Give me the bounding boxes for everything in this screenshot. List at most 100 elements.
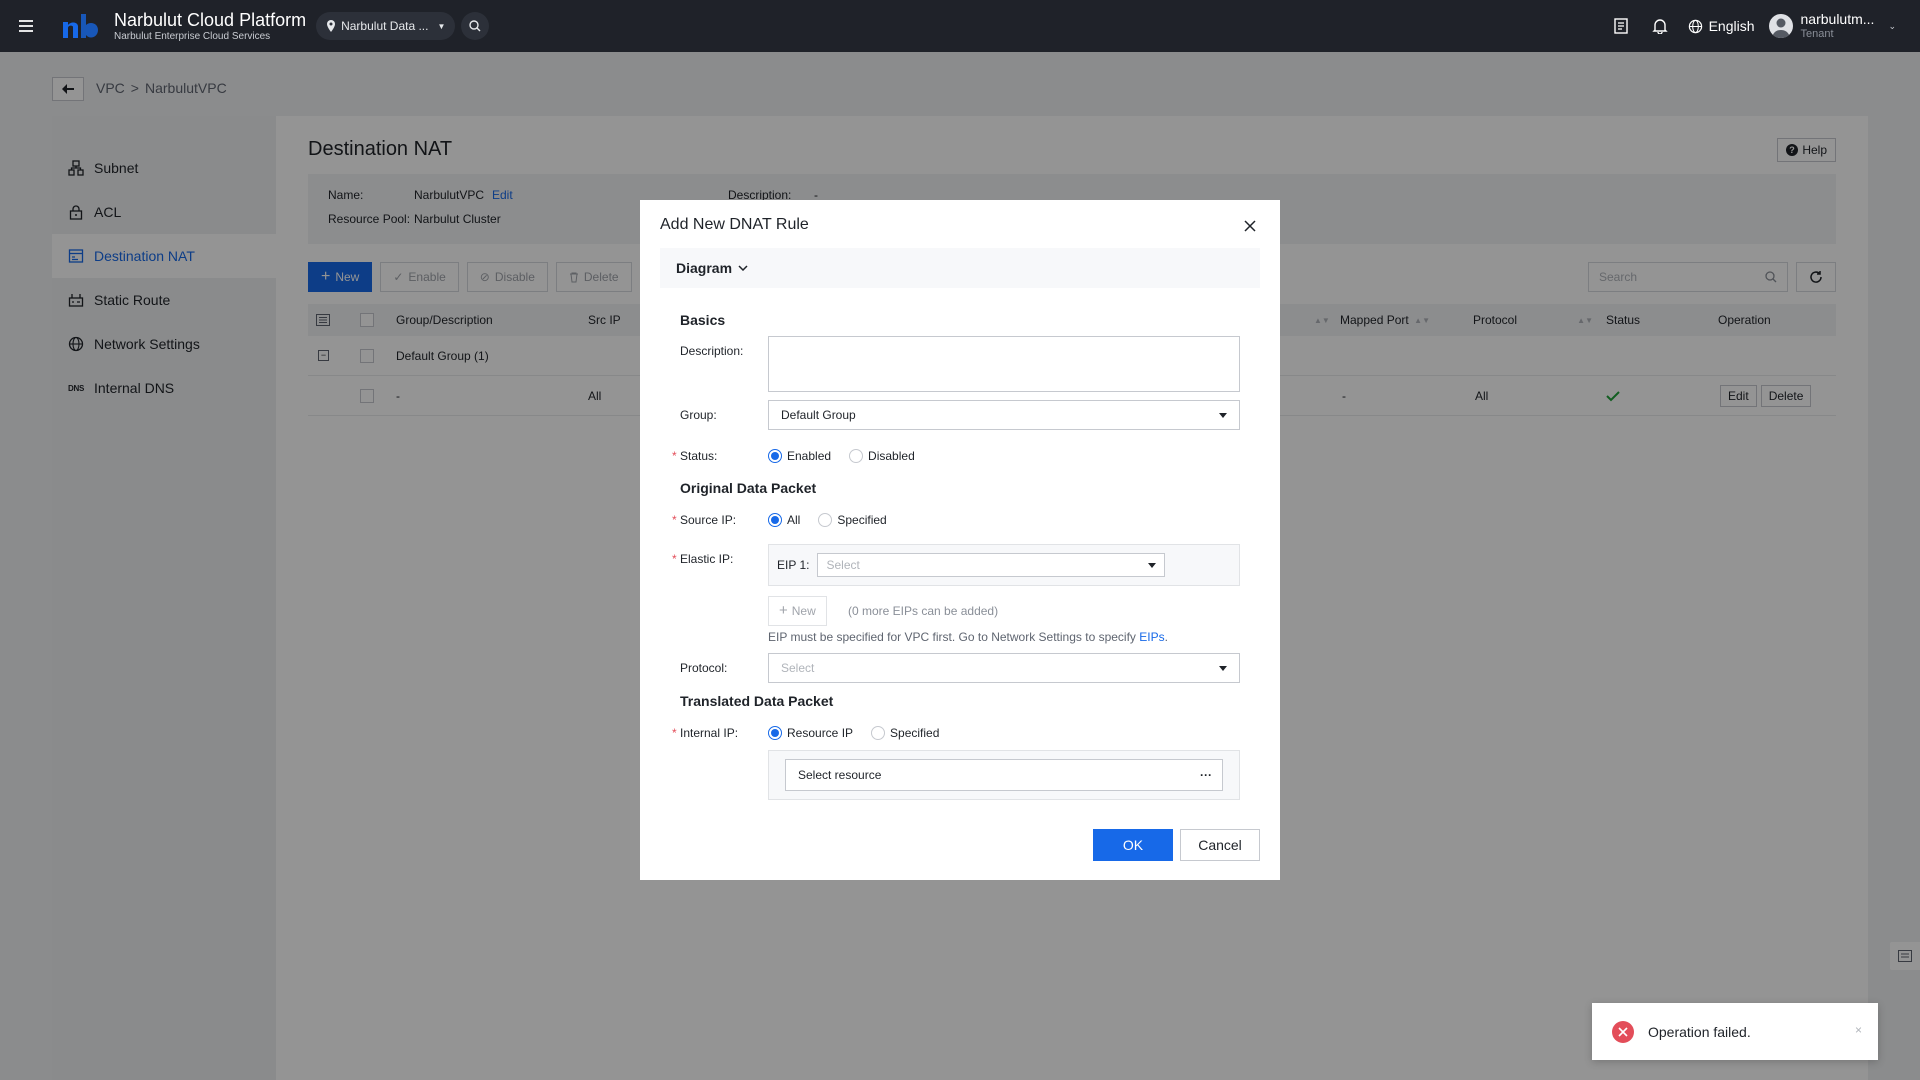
logo-icon — [63, 14, 98, 38]
error-icon — [1612, 1020, 1634, 1043]
add-eip-label: New — [791, 604, 816, 618]
region-label: Narbulut Data ... — [341, 19, 429, 33]
protocol-label: Protocol: — [680, 661, 728, 675]
document-icon — [1613, 18, 1628, 34]
search-icon — [469, 20, 481, 32]
menu-button[interactable] — [0, 0, 52, 52]
radio-label: Specified — [890, 726, 940, 740]
internal-ip-label: * Internal IP: — [672, 726, 739, 740]
select-resource-input[interactable]: Select resource ··· — [785, 759, 1223, 791]
cancel-button[interactable]: Cancel — [1180, 829, 1260, 861]
eips-link[interactable]: EIPs — [1139, 630, 1164, 644]
close-icon — [1244, 220, 1256, 232]
eip-list: EIP 1: Select — [768, 544, 1240, 586]
radio-label: Disabled — [868, 449, 915, 463]
dialog-title: Add New DNAT Rule — [660, 216, 809, 233]
eip1-select[interactable]: Select — [817, 553, 1166, 577]
global-search-button[interactable] — [461, 12, 490, 40]
region-selector[interactable]: Narbulut Data ... ▼ — [316, 12, 456, 40]
eip-hint-text: EIP must be specified for VPC first. Go … — [768, 630, 1136, 644]
user-name: narbulutm... — [1800, 11, 1875, 27]
location-pin-icon — [327, 20, 336, 32]
close-dialog-button[interactable] — [1242, 218, 1258, 234]
eip1-label: EIP 1: — [777, 558, 810, 572]
chevron-down-icon — [738, 265, 748, 271]
required-mark: * — [672, 552, 677, 566]
section-original-packet: Original Data Packet — [680, 480, 817, 496]
description-input[interactable] — [768, 336, 1240, 392]
radio-dot — [768, 449, 782, 463]
diagram-toggle[interactable]: Diagram — [660, 248, 1260, 288]
radio-label: Enabled — [787, 449, 832, 463]
internal-ip-radio-group: Resource IP Specified — [768, 726, 939, 740]
caret-down-icon — [1219, 412, 1227, 418]
brand-logo[interactable] — [60, 12, 100, 40]
brand-subtitle: Narbulut Enterprise Cloud Services — [114, 31, 271, 42]
radio-label: Resource IP — [787, 726, 854, 740]
toast-message: Operation failed. — [1648, 1023, 1751, 1040]
elastic-ip-label: * Elastic IP: — [672, 552, 734, 566]
chevron-down-icon: ⌄ — [1888, 20, 1896, 31]
bell-icon — [1651, 19, 1668, 34]
internal-resource-radio[interactable]: Resource IP — [768, 726, 853, 740]
avatar — [1768, 14, 1793, 38]
internal-specified-radio[interactable]: Specified — [871, 726, 939, 740]
group-label: Group: — [680, 408, 717, 422]
radio-dot — [818, 513, 833, 527]
error-toast: Operation failed. × — [1592, 1003, 1878, 1060]
top-right-area: English narbulutm... Tenant ⌄ — [1610, 0, 1920, 52]
radio-dot — [768, 513, 782, 527]
diagram-label: Diagram — [676, 260, 733, 276]
orders-button[interactable] — [1610, 15, 1632, 37]
group-select[interactable]: Default Group — [768, 400, 1240, 430]
globe-icon — [1688, 19, 1702, 33]
brand: Narbulut Cloud Platform Narbulut Enterpr… — [114, 10, 306, 42]
hamburger-icon — [19, 20, 33, 32]
add-eip-button[interactable]: + New — [768, 596, 827, 626]
eip-hint: EIP must be specified for VPC first. Go … — [768, 630, 1168, 644]
user-icon — [1771, 18, 1790, 38]
radio-dot — [871, 726, 886, 740]
radio-dot — [768, 726, 782, 740]
eip-hint-end: . — [1164, 630, 1168, 644]
language-label: English — [1708, 18, 1755, 34]
user-menu[interactable]: narbulutm... Tenant ⌄ — [1768, 11, 1896, 41]
toast-close-button[interactable]: × — [1855, 1023, 1862, 1037]
close-icon — [1618, 1026, 1628, 1037]
brand-title: Narbulut Cloud Platform — [114, 10, 307, 30]
eip-count-note: (0 more EIPs can be added) — [848, 604, 999, 618]
required-mark: * — [672, 726, 677, 740]
status-enabled-radio[interactable]: Enabled — [768, 449, 831, 463]
chevron-down-icon: ▼ — [437, 21, 446, 31]
protocol-select[interactable]: Select — [768, 653, 1240, 683]
status-label-text: Status: — [680, 449, 718, 463]
required-mark: * — [672, 449, 677, 463]
plus-icon: + — [779, 602, 788, 619]
language-selector[interactable]: English — [1688, 18, 1755, 34]
section-basics: Basics — [680, 312, 726, 328]
internal-ip-label-text: Internal IP: — [680, 726, 739, 740]
source-ip-radio-group: All Specified — [768, 513, 887, 527]
radio-label: All — [787, 513, 801, 527]
required-mark: * — [672, 513, 677, 527]
user-role: Tenant — [1800, 28, 1834, 40]
status-radio-group: Enabled Disabled — [768, 449, 915, 463]
caret-down-icon — [1219, 665, 1227, 671]
notifications-button[interactable] — [1649, 15, 1671, 37]
description-label: Description: — [680, 344, 744, 358]
status-disabled-radio[interactable]: Disabled — [849, 449, 915, 463]
radio-dot — [849, 449, 864, 463]
caret-down-icon — [1148, 562, 1157, 568]
select-resource-label: Select resource — [798, 768, 882, 782]
source-specified-radio[interactable]: Specified — [818, 513, 887, 527]
top-bar: Narbulut Cloud Platform Narbulut Enterpr… — [0, 0, 1920, 52]
more-icon[interactable]: ··· — [1200, 768, 1212, 782]
ok-button[interactable]: OK — [1093, 829, 1173, 861]
source-ip-label-text: Source IP: — [680, 513, 737, 527]
radio-label: Specified — [837, 513, 887, 527]
protocol-placeholder: Select — [781, 661, 815, 675]
source-all-radio[interactable]: All — [768, 513, 800, 527]
elastic-ip-label-text: Elastic IP: — [680, 552, 734, 566]
eip1-placeholder: Select — [826, 558, 860, 572]
source-ip-label: * Source IP: — [672, 513, 737, 527]
